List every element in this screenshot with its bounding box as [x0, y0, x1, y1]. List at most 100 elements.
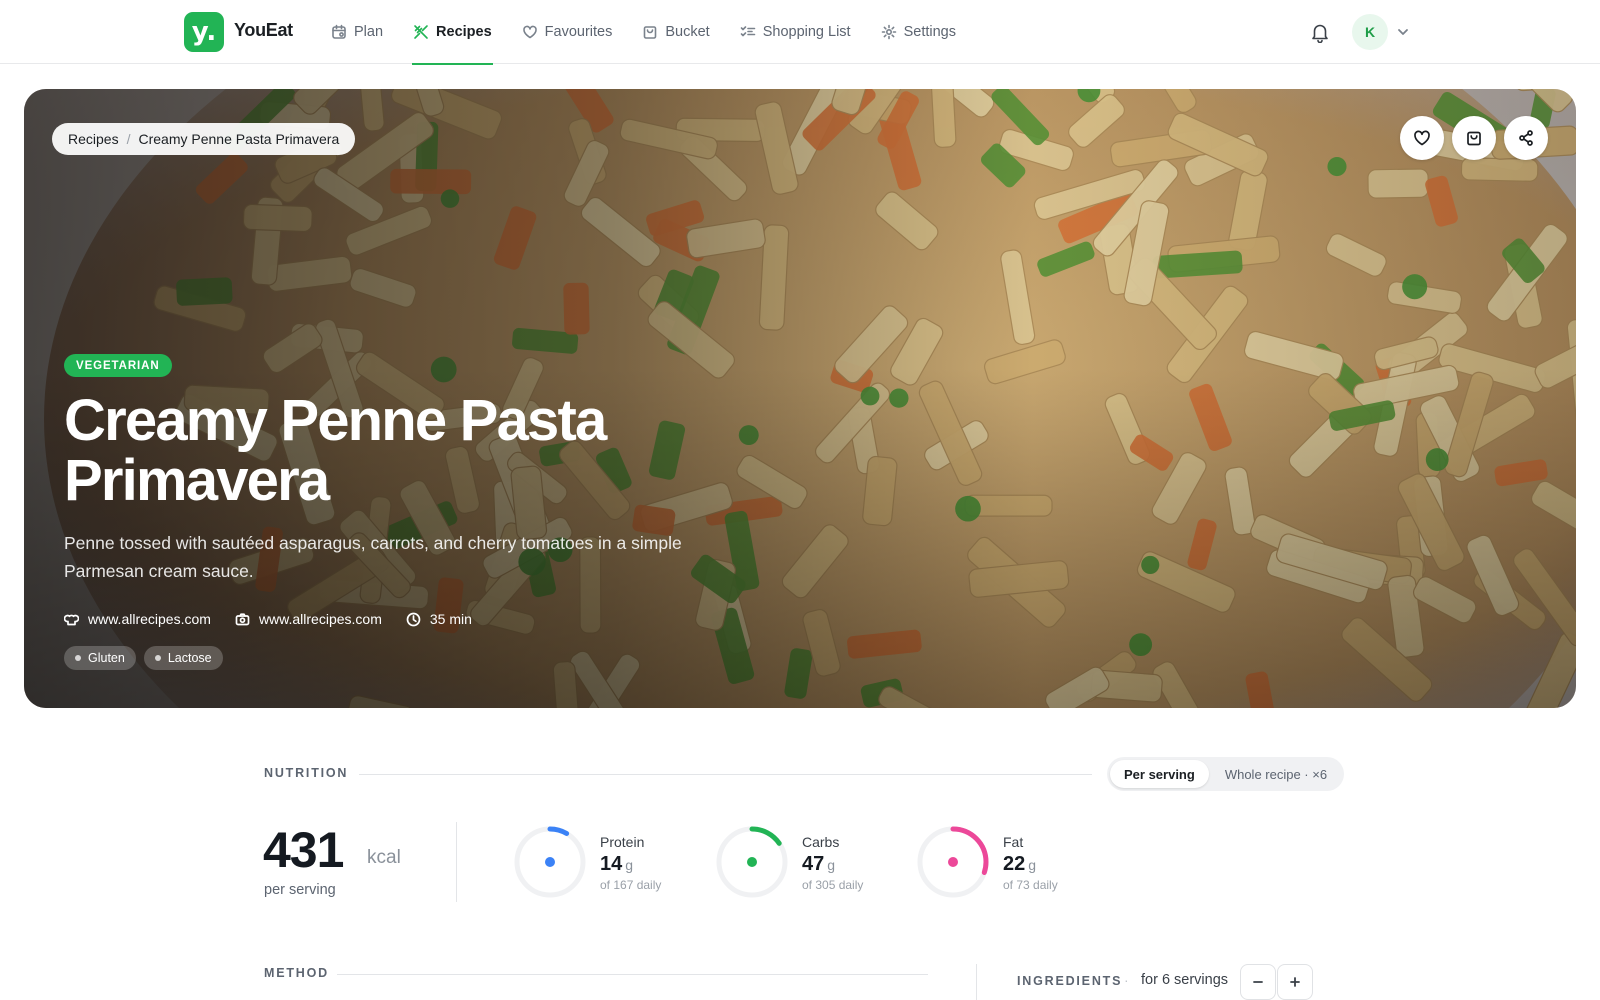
macro-label: Carbs [802, 834, 840, 850]
camera-icon [235, 612, 250, 625]
carbs-ring [716, 826, 788, 898]
ring-center-dot [747, 857, 757, 867]
section-divider [359, 774, 1092, 775]
bag-icon [1467, 131, 1481, 146]
utensils-icon [414, 25, 428, 39]
nav-item-bucket[interactable]: Bucket [641, 0, 710, 64]
recipe-title: Creamy Penne Pasta Primavera [64, 391, 704, 511]
macro-unit: g [827, 857, 836, 873]
per-serving-option[interactable]: Per serving [1110, 760, 1209, 788]
source-link[interactable]: www.allrecipes.com [88, 611, 211, 627]
nutrition-section-label: NUTRITION [264, 766, 349, 780]
bell-icon [1312, 24, 1328, 44]
recipe-description: Penne tossed with sautéed asparagus, car… [64, 529, 724, 585]
macro-label: Fat [1003, 834, 1024, 850]
bag-icon [644, 26, 657, 39]
calories-caption: per serving [264, 882, 336, 898]
macro-daily: of 73 daily [1003, 878, 1058, 892]
nav-item-label: Recipes [436, 24, 492, 40]
favourite-button[interactable] [1400, 116, 1444, 160]
nav-item-favourites[interactable]: Favourites [521, 0, 614, 64]
nav-item-label: Shopping List [762, 24, 851, 40]
breadcrumb-separator: / [126, 131, 131, 147]
nutrition-divider [456, 822, 457, 902]
breadcrumb: Recipes / Creamy Penne Pasta Primavera [52, 123, 356, 155]
calories-unit: kcal [367, 847, 401, 868]
servings-count: for 6 servings [1141, 972, 1229, 988]
logo-mark: y. [191, 17, 217, 47]
hero-actions [1400, 116, 1548, 160]
recipe-description-line-2: Parmesan cream sauce. [64, 561, 254, 581]
notifications-button[interactable] [1309, 21, 1331, 44]
section-divider [337, 974, 928, 975]
photo-credit-link[interactable]: www.allrecipes.com [259, 611, 382, 627]
decrease-servings-button[interactable] [1240, 964, 1276, 1000]
gear-icon [881, 24, 896, 40]
nav-item-recipes[interactable]: Recipes [412, 0, 493, 65]
macro-daily: of 167 daily [600, 878, 662, 892]
macro-amount: 47 [802, 853, 825, 875]
allergen-chip-lactose: Lactose [143, 646, 223, 670]
main-nav: Plan Recipes Favourites Bucket Shopping … [330, 0, 985, 65]
plus-icon [1290, 977, 1300, 987]
add-to-bucket-button[interactable] [1452, 116, 1496, 160]
recipe-meta: www.allrecipes.com www.allrecipes.com 35… [64, 611, 472, 627]
nutrition-basis-toggle: Per serving Whole recipe · ×6 [1107, 757, 1345, 791]
share-icon [1519, 130, 1533, 146]
method-section-label: METHOD [264, 966, 329, 980]
allergen-label: Gluten [88, 651, 125, 665]
checklist-icon [740, 26, 756, 37]
macro-value: 47 g [802, 853, 835, 876]
photo-credit: www.allrecipes.com [235, 611, 382, 627]
nav-item-shopping-list[interactable]: Shopping List [739, 0, 852, 64]
nav-item-label: Settings [903, 24, 956, 40]
clock-icon [406, 612, 421, 626]
calendar-icon [332, 24, 346, 39]
macro-unit: g [625, 857, 634, 873]
macro-value: 22 g [1003, 853, 1036, 876]
nav-item-label: Favourites [544, 24, 613, 40]
recipe-description-line-1: Penne tossed with sautéed asparagus, car… [64, 533, 682, 553]
chevron-down-icon [1398, 29, 1408, 35]
protein-ring [514, 826, 586, 898]
diet-badge: VEGETARIAN [64, 354, 172, 377]
calories-value: 431 [263, 822, 344, 878]
share-button[interactable] [1504, 116, 1548, 160]
ring-center-dot [545, 857, 555, 867]
ring-center-dot [948, 857, 958, 867]
allergen-chip-gluten: Gluten [64, 646, 136, 670]
allergen-label: Lactose [167, 651, 212, 665]
app-logo[interactable]: y. [184, 12, 224, 52]
macro-amount: 22 [1003, 853, 1026, 875]
breadcrumb-current: Creamy Penne Pasta Primavera [138, 131, 340, 147]
heart-icon [522, 25, 537, 39]
macro-unit: g [1028, 857, 1037, 873]
app-name[interactable]: YouEat [234, 20, 293, 41]
heart-icon [1414, 130, 1430, 146]
dot-icon [154, 655, 161, 661]
increase-servings-button[interactable] [1277, 964, 1313, 1000]
macro-value: 14 g [600, 853, 633, 876]
recipe-title-line-2: Primavera [64, 448, 330, 513]
nav-item-label: Plan [354, 24, 384, 40]
nav-item-settings[interactable]: Settings [880, 0, 957, 64]
macro-label: Protein [600, 834, 645, 850]
allergen-list: Gluten Lactose [64, 646, 223, 670]
minus-icon [1253, 981, 1263, 983]
recipe-source: www.allrecipes.com [64, 611, 211, 627]
column-divider [976, 964, 977, 1000]
ingredients-section-label: INGREDIENTS [1017, 974, 1123, 988]
recipe-hero: Recipes / Creamy Penne Pasta Primavera V… [24, 89, 1576, 708]
cook-time-value: 35 min [429, 611, 472, 627]
cook-time: 35 min [406, 611, 472, 627]
separator-dot: · [1124, 972, 1129, 988]
whole-recipe-option[interactable]: Whole recipe · ×6 [1211, 760, 1341, 788]
top-navbar: y. YouEat Plan Recipes Favourites Bucket… [0, 0, 1600, 65]
nav-item-plan[interactable]: Plan [330, 0, 384, 64]
fat-ring [917, 826, 989, 898]
account-menu-toggle[interactable] [1396, 25, 1410, 39]
macro-daily: of 305 daily [802, 878, 864, 892]
avatar[interactable]: K [1352, 14, 1388, 50]
breadcrumb-link-recipes[interactable]: Recipes [68, 131, 119, 147]
nav-item-label: Bucket [665, 24, 710, 40]
